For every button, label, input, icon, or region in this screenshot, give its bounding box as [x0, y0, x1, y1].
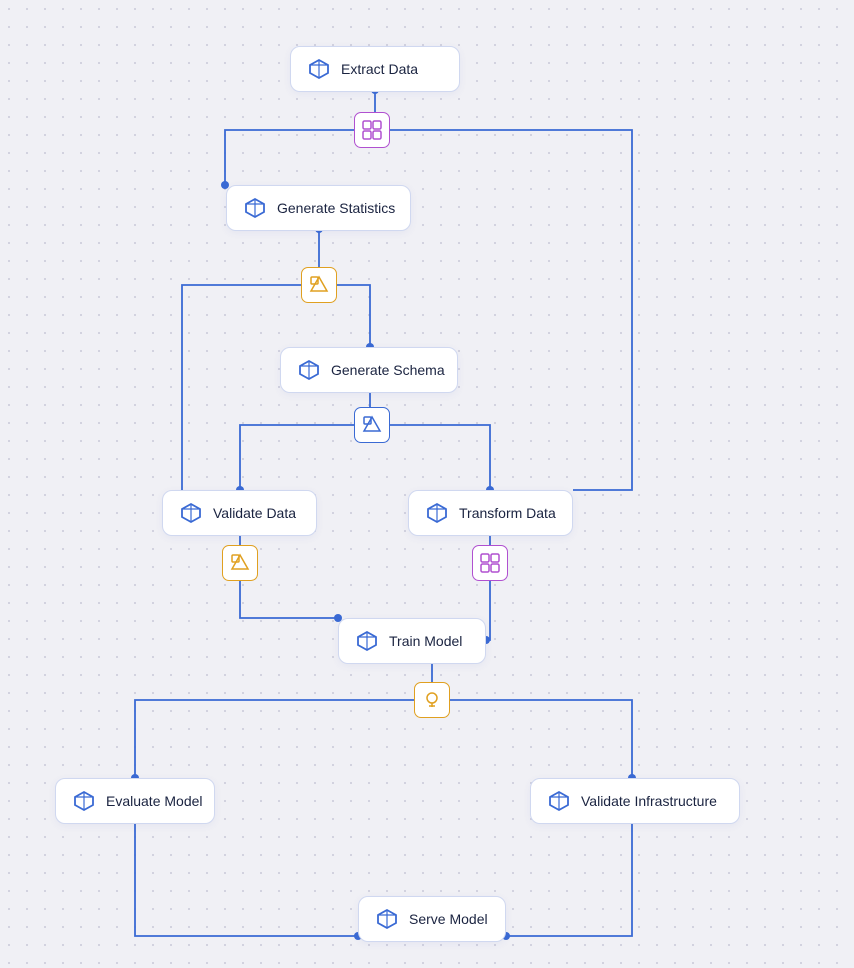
node-serve-model-label: Serve Model: [409, 911, 488, 927]
cube-icon: [297, 358, 321, 382]
node-train-model-label: Train Model: [389, 633, 462, 649]
node-generate-statistics-label: Generate Statistics: [277, 200, 395, 216]
node-serve-model[interactable]: Serve Model: [358, 896, 506, 942]
node-train-model[interactable]: Train Model: [338, 618, 486, 664]
node-transform-data-label: Transform Data: [459, 505, 556, 521]
node-generate-statistics[interactable]: Generate Statistics: [226, 185, 411, 231]
node-validate-data[interactable]: Validate Data: [162, 490, 317, 536]
gate-condition-1[interactable]: [301, 267, 337, 303]
cube-icon: [547, 789, 571, 813]
gate-condition-2[interactable]: [354, 407, 390, 443]
node-evaluate-model[interactable]: Evaluate Model: [55, 778, 215, 824]
gate-condition-4[interactable]: [414, 682, 450, 718]
node-validate-infrastructure[interactable]: Validate Infrastructure: [530, 778, 740, 824]
cube-icon: [72, 789, 96, 813]
node-transform-data[interactable]: Transform Data: [408, 490, 573, 536]
cube-icon: [307, 57, 331, 81]
node-evaluate-model-label: Evaluate Model: [106, 793, 203, 809]
gate-fan-out-1[interactable]: [354, 112, 390, 148]
node-generate-schema-label: Generate Schema: [331, 362, 445, 378]
node-validate-infrastructure-label: Validate Infrastructure: [581, 793, 717, 809]
node-extract-data-label: Extract Data: [341, 61, 418, 77]
cube-icon: [425, 501, 449, 525]
node-validate-data-label: Validate Data: [213, 505, 296, 521]
cube-icon: [355, 629, 379, 653]
gate-condition-3[interactable]: [222, 545, 258, 581]
node-generate-schema[interactable]: Generate Schema: [280, 347, 458, 393]
node-extract-data[interactable]: Extract Data: [290, 46, 460, 92]
cube-icon: [179, 501, 203, 525]
gate-fan-out-2[interactable]: [472, 545, 508, 581]
cube-icon: [375, 907, 399, 931]
cube-icon: [243, 196, 267, 220]
